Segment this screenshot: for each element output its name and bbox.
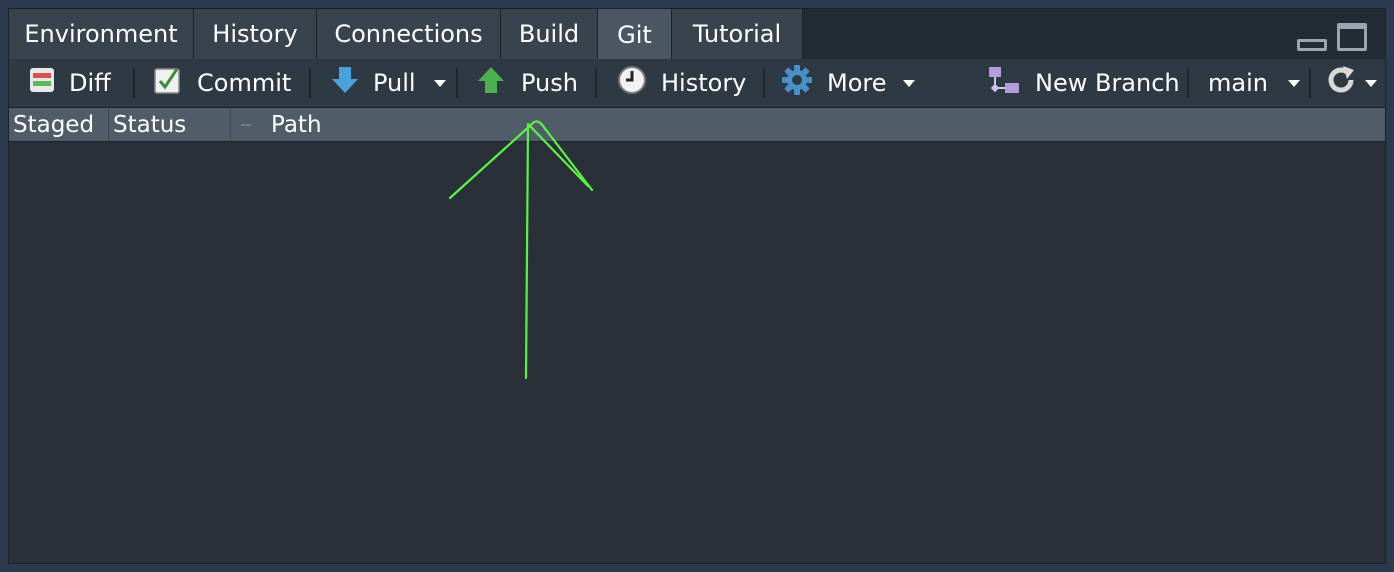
commit-button[interactable]: Commit bbox=[153, 59, 291, 107]
column-header-status[interactable]: Status bbox=[109, 108, 231, 141]
git-pane: Environment History Connections Build Gi… bbox=[8, 8, 1386, 564]
branch-icon bbox=[987, 65, 1021, 101]
refresh-dropdown-icon[interactable] bbox=[1365, 79, 1377, 87]
toolbar-divider bbox=[309, 68, 311, 98]
column-header-path[interactable]: Path bbox=[231, 108, 1387, 141]
toolbar-divider bbox=[1309, 68, 1311, 98]
staged-header-label: Staged bbox=[13, 111, 95, 138]
tab-environment[interactable]: Environment bbox=[9, 9, 194, 59]
tab-history[interactable]: History bbox=[194, 9, 317, 59]
column-header-staged[interactable]: Staged bbox=[9, 108, 109, 141]
minimize-pane-icon[interactable] bbox=[1297, 39, 1327, 51]
branch-dropdown-icon bbox=[1287, 79, 1300, 87]
diff-label: Diff bbox=[69, 69, 111, 97]
commit-label: Commit bbox=[197, 69, 292, 97]
new-branch-button[interactable]: New Branch bbox=[987, 59, 1180, 107]
pane-tabbar: Environment History Connections Build Gi… bbox=[9, 9, 1385, 60]
pull-button[interactable]: Pull bbox=[331, 59, 446, 107]
status-header-label: Status bbox=[113, 111, 187, 138]
history-button[interactable]: History bbox=[617, 59, 746, 107]
toolbar-divider bbox=[763, 68, 765, 98]
push-icon bbox=[477, 65, 505, 101]
more-label: More bbox=[827, 69, 887, 97]
changes-table-header: Staged Status Path bbox=[9, 108, 1385, 142]
refresh-icon bbox=[1325, 64, 1357, 102]
toolbar-divider bbox=[595, 68, 597, 98]
tab-tutorial[interactable]: Tutorial bbox=[672, 9, 803, 59]
commit-icon bbox=[153, 65, 183, 101]
pull-label: Pull bbox=[373, 69, 416, 97]
pull-icon bbox=[331, 65, 359, 101]
push-button[interactable]: Push bbox=[477, 59, 578, 107]
changes-list bbox=[9, 142, 1385, 563]
toolbar-divider bbox=[456, 68, 458, 98]
refresh-button[interactable] bbox=[1325, 59, 1377, 107]
tab-build[interactable]: Build bbox=[501, 9, 598, 59]
more-dropdown-icon[interactable] bbox=[902, 79, 915, 87]
branch-selector[interactable]: main bbox=[1208, 59, 1300, 107]
path-header-label: Path bbox=[271, 111, 322, 138]
diff-button[interactable]: Diff bbox=[29, 59, 111, 107]
current-branch-label: main bbox=[1208, 69, 1268, 97]
git-toolbar: Diff Commit Pull Push History More New B… bbox=[9, 59, 1385, 108]
tab-connections[interactable]: Connections bbox=[317, 9, 501, 59]
history-clock-icon bbox=[617, 65, 647, 101]
toolbar-divider bbox=[1187, 68, 1189, 98]
maximize-pane-icon[interactable] bbox=[1337, 23, 1367, 51]
toolbar-divider bbox=[133, 68, 135, 98]
gear-icon bbox=[781, 64, 813, 102]
history-label: History bbox=[661, 69, 747, 97]
more-button[interactable]: More bbox=[781, 59, 915, 107]
tab-git[interactable]: Git bbox=[598, 9, 672, 60]
sort-indicator-icon bbox=[241, 123, 251, 126]
new-branch-label: New Branch bbox=[1035, 69, 1180, 97]
push-label: Push bbox=[521, 69, 578, 97]
diff-icon bbox=[29, 67, 55, 99]
pull-dropdown-icon[interactable] bbox=[433, 79, 446, 87]
